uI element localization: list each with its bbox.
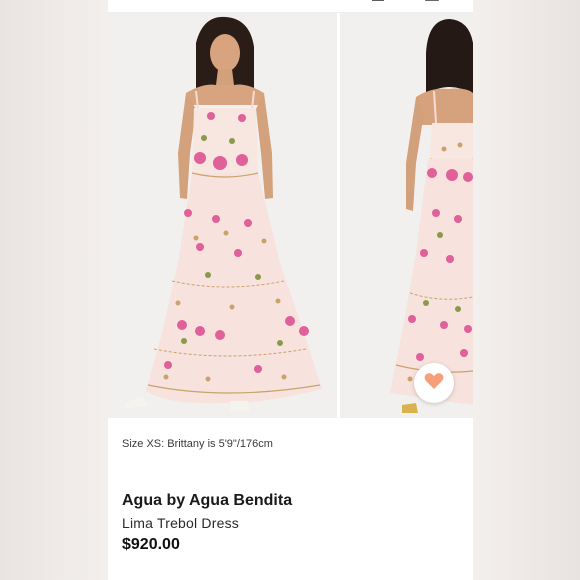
bag-icon[interactable]: [424, 0, 440, 8]
product-image-front[interactable]: [108, 13, 337, 418]
image-gallery[interactable]: [108, 13, 473, 418]
product-price: $920.00: [122, 536, 180, 553]
product-name: Lima Trebol Dress: [122, 515, 239, 531]
product-card: Size XS: Brittany is 5'9"/176cm Agua by …: [108, 0, 473, 580]
top-bar: [108, 0, 473, 13]
product-image-back[interactable]: [340, 13, 473, 418]
favorite-button[interactable]: [414, 363, 454, 403]
brand-name[interactable]: Agua by Agua Bendita: [122, 492, 292, 510]
size-note: Size XS: Brittany is 5'9"/176cm: [122, 438, 273, 450]
account-icon[interactable]: [370, 0, 386, 8]
heart-icon: [424, 372, 444, 395]
